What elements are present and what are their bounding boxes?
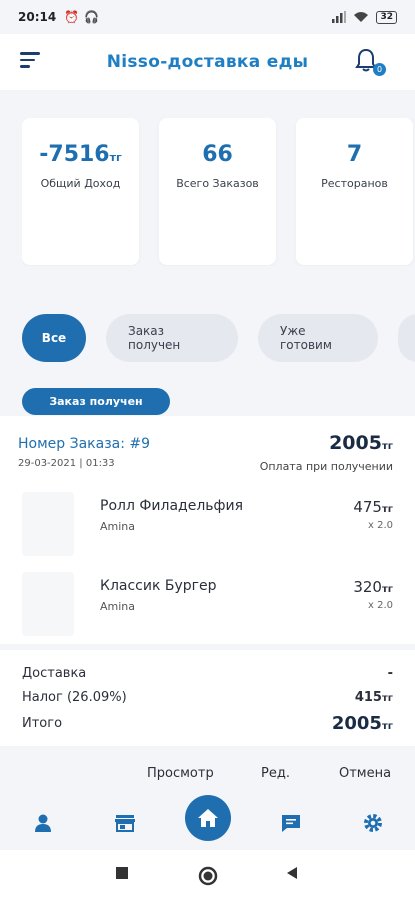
item-image (22, 572, 74, 636)
item-image (22, 492, 74, 556)
item-name: Классик Бургер (100, 578, 217, 594)
total-row: Итого 2005тг (22, 712, 393, 734)
order-body: Номер Заказа: #9 29-03-2021 | 01:33 2005… (0, 416, 415, 746)
total-label: Итого (22, 715, 63, 731)
stat-value: 66 (202, 142, 233, 167)
home-icon (198, 809, 218, 827)
status-bar: 20:14 ⏰ 🎧 32 (0, 0, 415, 34)
recents-icon[interactable] (115, 866, 129, 880)
order-card: Заказ получен Номер Заказа: #9 29-03-202… (0, 388, 415, 746)
item-qty: x 2.0 (368, 520, 393, 531)
tax-label: Налог (26.09%) (22, 689, 127, 705)
home-system-icon[interactable] (198, 866, 218, 886)
filter-chip-more[interactable] (398, 314, 415, 362)
home-button[interactable] (185, 795, 231, 841)
menu-icon[interactable] (20, 52, 42, 70)
stat-card-income: -7516тг Общий Доход (22, 118, 139, 265)
headphones-icon: 🎧 (84, 10, 100, 24)
filter-chip-cooking[interactable]: Уже готовим (258, 314, 378, 362)
stat-card-orders: 66 Всего Заказов (159, 118, 276, 265)
app-bar: Nisso-доставка еды 0 (0, 34, 415, 90)
back-icon[interactable] (285, 866, 299, 880)
delivery-row: Доставка - (22, 662, 393, 684)
cancel-button[interactable]: Отмена (339, 766, 391, 781)
stat-value: 7 (346, 142, 363, 167)
status-time: 20:14 (18, 10, 57, 24)
system-nav (0, 850, 415, 900)
delivery-value: - (387, 665, 393, 681)
tax-row: Налог (26.09%) 415тг (22, 686, 393, 708)
view-button[interactable]: Просмотр (147, 766, 214, 781)
item-restaurant: Amina (100, 600, 136, 613)
item-price: 320тг (353, 578, 393, 596)
battery-icon: 32 (376, 10, 397, 24)
stat-value: -7516тг (39, 142, 122, 167)
stat-card-restaurants: 7 Ресторанов (296, 118, 413, 265)
order-actions: Просмотр Ред. Отмена (0, 758, 415, 792)
profile-icon[interactable] (32, 812, 54, 834)
delivery-label: Доставка (22, 665, 87, 681)
filter-chip-received[interactable]: Заказ получен (106, 314, 238, 362)
store-icon[interactable] (114, 812, 136, 834)
filter-chip-all[interactable]: Все (22, 314, 86, 362)
total-value: 2005тг (331, 712, 393, 734)
stat-label: Общий Доход (40, 177, 121, 190)
tax-value: 415тг (354, 689, 393, 705)
item-restaurant: Amina (100, 520, 136, 533)
settings-icon[interactable] (362, 812, 384, 834)
edit-button[interactable]: Ред. (261, 766, 290, 781)
filter-chips: Все Заказ получен Уже готовим (22, 314, 415, 364)
bottom-nav (0, 792, 415, 850)
order-total: 2005тг (329, 432, 393, 454)
chat-icon[interactable] (280, 812, 302, 834)
page-title: Nisso-доставка еды (106, 52, 309, 72)
order-number: Номер Заказа: #9 (18, 436, 151, 452)
order-date: 29-03-2021 | 01:33 (18, 458, 115, 469)
item-price: 475тг (353, 498, 393, 516)
order-summary: Доставка - Налог (26.09%) 415тг Итого 20… (0, 644, 415, 746)
item-qty: x 2.0 (368, 600, 393, 611)
item-name: Ролл Филадельфия (100, 498, 244, 514)
payment-method: Оплата при получении (259, 460, 393, 473)
signal-icon (332, 11, 347, 23)
list-item: Ролл Филадельфия Amina 475тг x 2.0 (0, 492, 415, 556)
stat-label: Всего Заказов (176, 177, 259, 190)
stats-row: -7516тг Общий Доход 66 Всего Заказов 7 Р… (22, 118, 415, 266)
wifi-icon (354, 12, 369, 22)
list-item: Классик Бургер Amina 320тг x 2.0 (0, 572, 415, 636)
stat-label: Ресторанов (321, 177, 388, 190)
notification-badge: 0 (373, 63, 386, 76)
notification-button[interactable]: 0 (355, 48, 386, 76)
order-status-badge: Заказ получен (22, 388, 170, 415)
alarm-icon: ⏰ (64, 10, 80, 24)
